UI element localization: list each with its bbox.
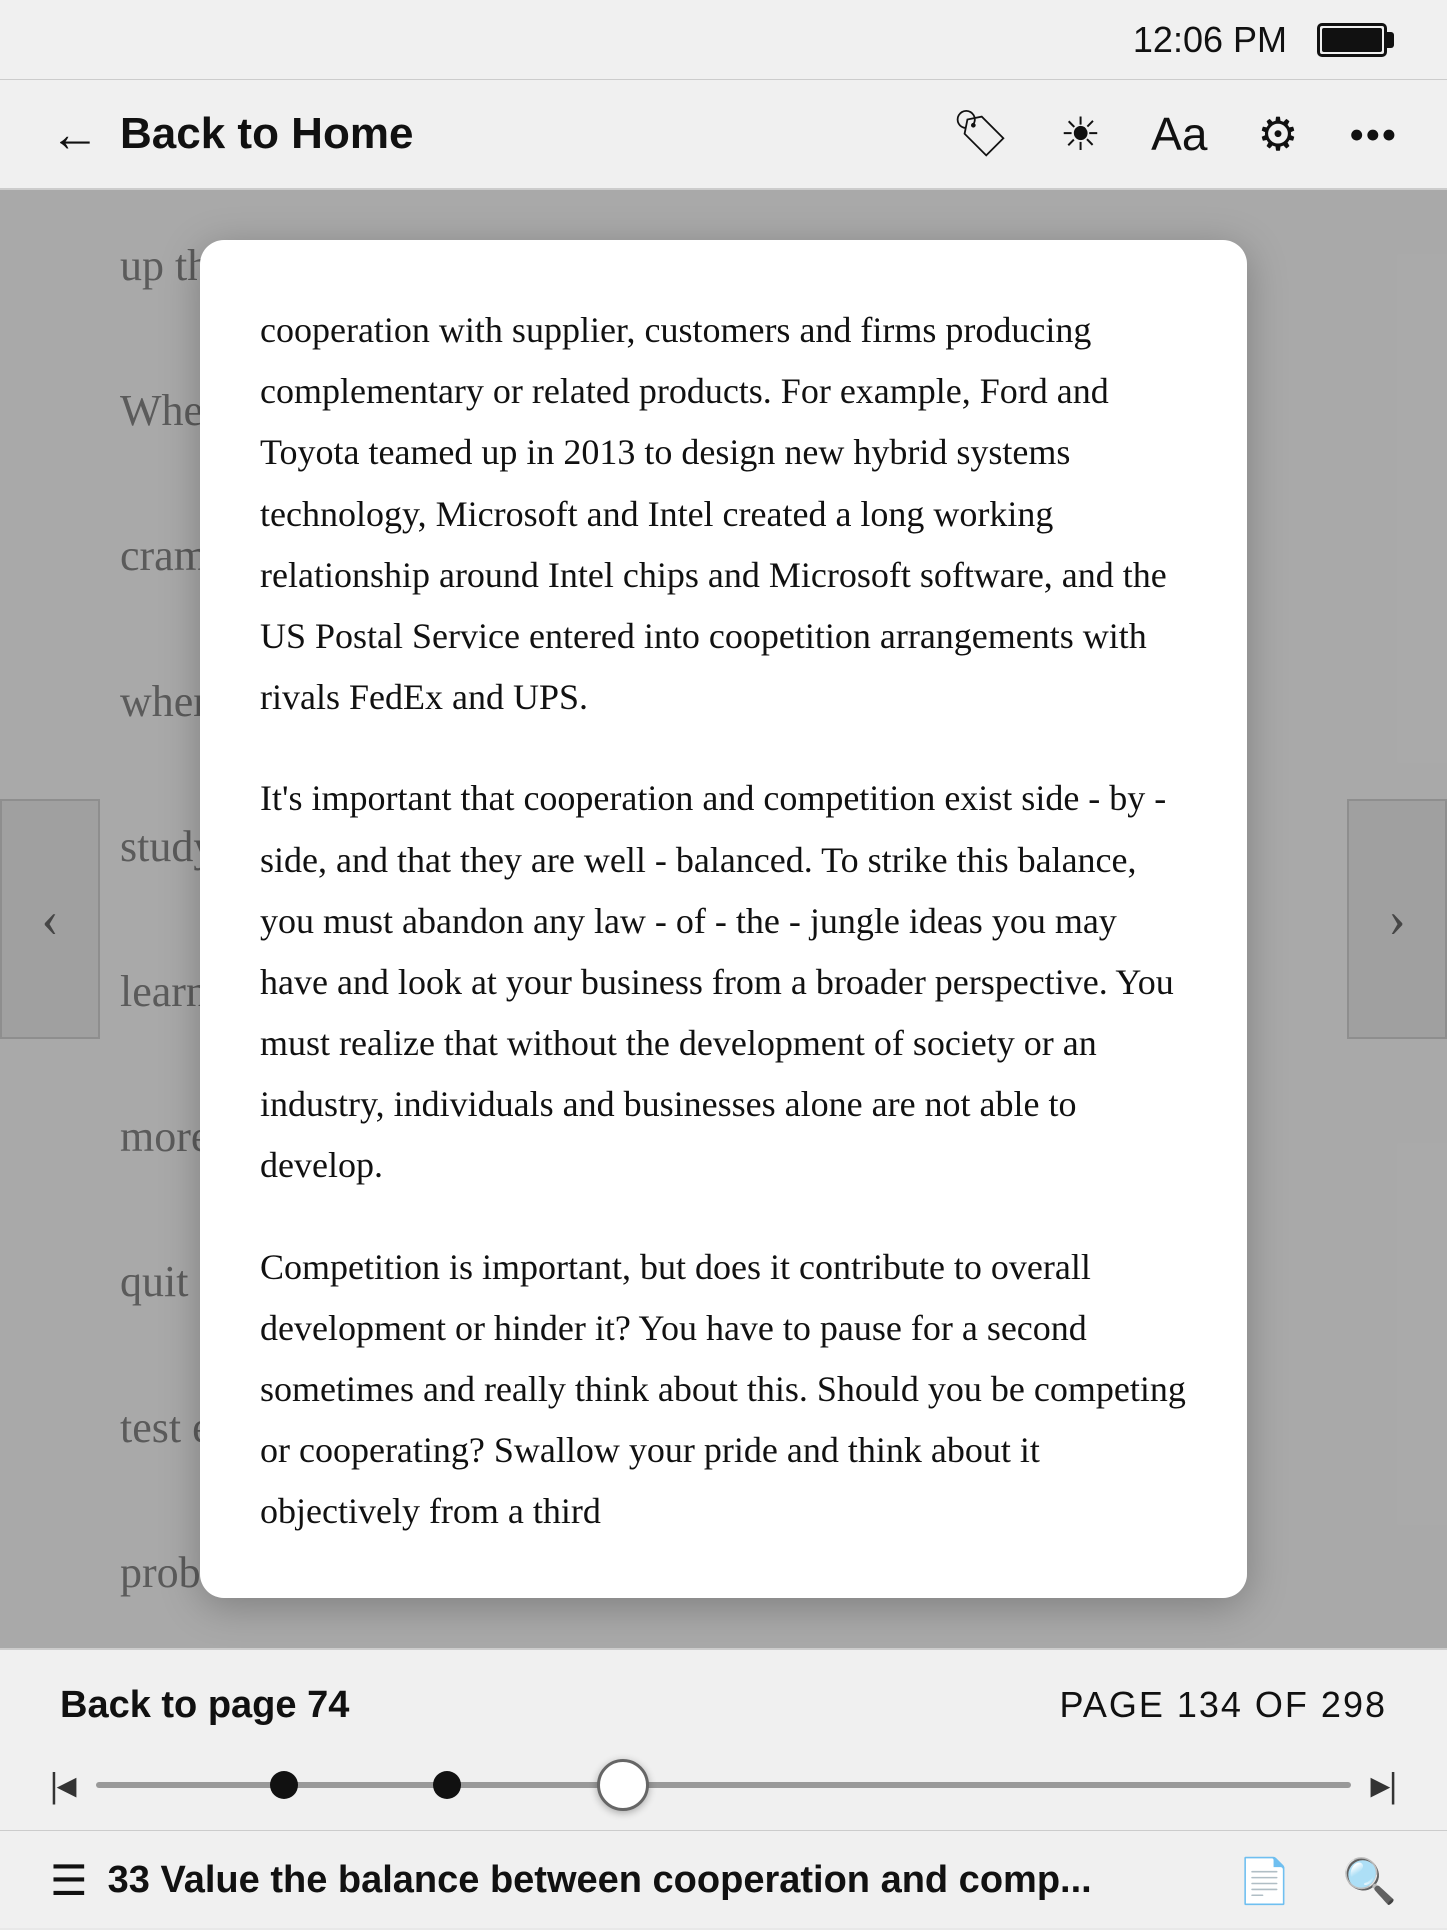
back-to-home-label[interactable]: Back to Home [120,109,413,159]
popup-paragraph-2: It's important that cooperation and comp… [260,768,1187,1196]
page-info-label: PAGE 134 OF 298 [1060,1684,1388,1726]
slider-marker-2 [433,1771,461,1799]
bookmark-icon[interactable]: 🏷 [952,107,1010,161]
back-arrow-icon[interactable]: ← [50,109,100,159]
toc-icon[interactable]: ☰ [50,1856,88,1906]
status-bar: 12:06 PM [0,0,1447,80]
footer-icons: 📄 🔍 [1237,1855,1397,1907]
notes-icon[interactable]: 📄 [1237,1855,1292,1907]
more-icon[interactable]: ••• [1349,108,1397,161]
search-icon[interactable]: 🔍 [1342,1855,1397,1907]
slider-start-icon: |◂ [50,1764,76,1806]
slider-marker-1 [270,1771,298,1799]
chapter-title-label: 33 Value the balance between cooperation… [108,1859,1092,1902]
slider-handle[interactable] [597,1759,649,1811]
settings-icon[interactable]: ⚙ [1257,107,1298,161]
font-icon[interactable]: Aa [1151,107,1207,161]
popup-paragraph-3: Competition is important, but does it co… [260,1237,1187,1543]
popup-card: cooperation with supplier, customers and… [200,240,1247,1598]
popup-content: cooperation with supplier, customers and… [260,300,1187,1543]
battery-icon [1317,23,1387,57]
bottom-bar: Back to page 74 PAGE 134 OF 298 |◂ ▸| ☰ … [0,1648,1447,1928]
bottom-top-row: Back to page 74 PAGE 134 OF 298 [0,1650,1447,1740]
progress-slider[interactable] [96,1782,1351,1788]
bottom-footer-row: ☰ 33 Value the balance between cooperati… [0,1830,1447,1930]
status-time: 12:06 PM [1133,19,1287,61]
chapter-info: ☰ 33 Value the balance between cooperati… [50,1856,1237,1906]
back-to-page-label[interactable]: Back to page 74 [60,1684,349,1727]
reading-area: up the whole night before. Whe cram t wh… [0,190,1447,1648]
nav-bar: ← Back to Home 🏷 ☀ Aa ⚙ ••• [0,80,1447,190]
popup-paragraph-1: cooperation with supplier, customers and… [260,300,1187,728]
brightness-icon[interactable]: ☀ [1060,107,1101,161]
slider-end-icon: ▸| [1371,1764,1397,1806]
nav-right: 🏷 ☀ Aa ⚙ ••• [952,107,1398,161]
slider-row: |◂ ▸| [0,1740,1447,1830]
nav-left: ← Back to Home [50,109,952,159]
